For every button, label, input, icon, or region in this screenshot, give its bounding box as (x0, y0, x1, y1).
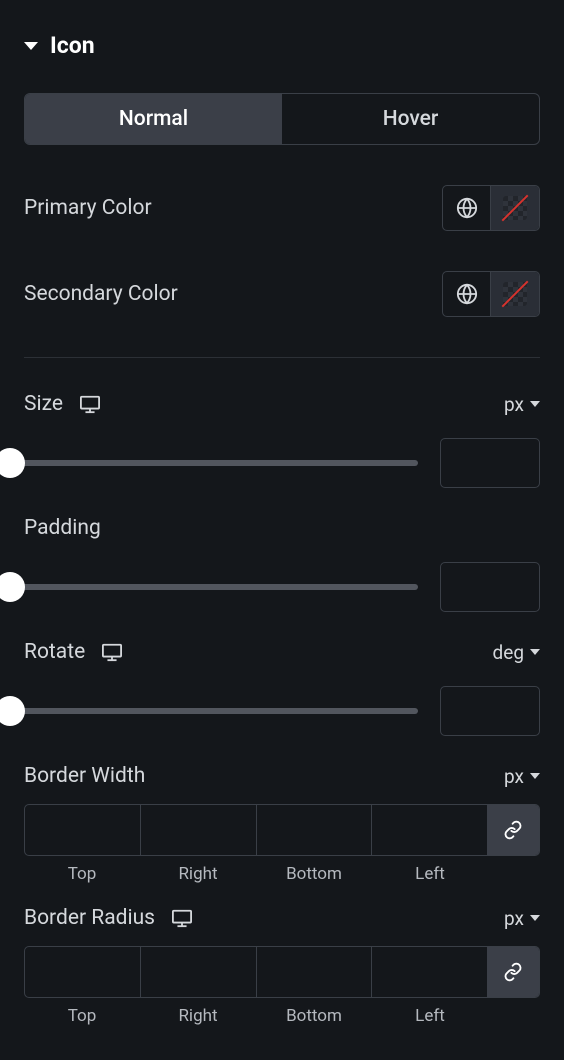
chevron-down-icon (530, 915, 540, 921)
border-radius-right-label: Right (140, 1006, 256, 1026)
border-width-right-label: Right (140, 864, 256, 884)
link-icon (503, 962, 523, 982)
size-unit-select[interactable]: px (504, 393, 540, 416)
chevron-down-icon (530, 401, 540, 407)
border-width-left-input[interactable] (372, 805, 487, 855)
border-radius-unit-select[interactable]: px (504, 907, 540, 930)
border-width-top-label: Top (24, 864, 140, 884)
secondary-color-label: Secondary Color (24, 282, 178, 306)
border-radius-top-input[interactable] (25, 947, 141, 997)
size-control: Size px (24, 392, 540, 488)
primary-color-picker (442, 185, 540, 231)
border-radius-bottom-label: Bottom (256, 1006, 372, 1026)
border-width-bottom-input[interactable] (257, 805, 373, 855)
padding-slider[interactable] (10, 584, 418, 590)
border-width-bottom-label: Bottom (256, 864, 372, 884)
secondary-color-picker (442, 271, 540, 317)
tab-normal[interactable]: Normal (25, 94, 282, 144)
slider-thumb[interactable] (0, 696, 25, 726)
rotate-unit-select[interactable]: deg (493, 641, 540, 664)
border-width-top-input[interactable] (25, 805, 141, 855)
primary-color-row: Primary Color (24, 185, 540, 231)
rotate-unit-value: deg (493, 641, 524, 664)
border-width-left-label: Left (372, 864, 488, 884)
secondary-color-global-button[interactable] (443, 272, 491, 316)
globe-icon (456, 197, 478, 219)
size-input[interactable] (440, 438, 540, 488)
padding-input[interactable] (440, 562, 540, 612)
size-label: Size (24, 392, 63, 416)
responsive-desktop-icon[interactable] (101, 642, 123, 662)
collapse-caret-icon (24, 42, 38, 50)
state-tabs: Normal Hover (24, 93, 540, 145)
chevron-down-icon (530, 649, 540, 655)
secondary-color-row: Secondary Color (24, 271, 540, 317)
divider (24, 357, 540, 358)
border-radius-label: Border Radius (24, 906, 155, 930)
padding-control: Padding (24, 516, 540, 612)
responsive-desktop-icon[interactable] (79, 394, 101, 414)
border-width-unit-select[interactable]: px (504, 765, 540, 788)
primary-color-swatch[interactable] (491, 186, 539, 230)
border-width-control: Border Width px Top Right Bottom Left (24, 764, 540, 884)
responsive-desktop-icon[interactable] (171, 908, 193, 928)
rotate-input[interactable] (440, 686, 540, 736)
section-title: Icon (50, 32, 95, 59)
border-width-right-input[interactable] (141, 805, 257, 855)
border-width-label: Border Width (24, 764, 145, 788)
border-width-link-button[interactable] (487, 805, 539, 855)
border-radius-unit-value: px (504, 907, 524, 930)
globe-icon (456, 283, 478, 305)
border-radius-right-input[interactable] (141, 947, 257, 997)
link-icon (503, 820, 523, 840)
primary-color-global-button[interactable] (443, 186, 491, 230)
secondary-color-swatch[interactable] (491, 272, 539, 316)
primary-color-label: Primary Color (24, 196, 152, 220)
size-unit-value: px (504, 393, 524, 416)
slider-thumb[interactable] (0, 572, 25, 602)
chevron-down-icon (530, 773, 540, 779)
border-width-unit-value: px (504, 765, 524, 788)
border-radius-bottom-input[interactable] (257, 947, 373, 997)
border-radius-top-label: Top (24, 1006, 140, 1026)
rotate-slider[interactable] (10, 708, 418, 714)
border-radius-link-button[interactable] (487, 947, 539, 997)
slider-thumb[interactable] (0, 448, 25, 478)
border-radius-left-input[interactable] (372, 947, 487, 997)
size-slider[interactable] (10, 460, 418, 466)
padding-label: Padding (24, 516, 101, 540)
border-radius-left-label: Left (372, 1006, 488, 1026)
section-header[interactable]: Icon (24, 24, 540, 59)
rotate-label: Rotate (24, 640, 85, 664)
rotate-control: Rotate deg (24, 640, 540, 736)
tab-hover[interactable]: Hover (282, 94, 539, 144)
icon-style-panel: Icon Normal Hover Primary Color Secondar… (0, 0, 564, 1026)
border-radius-control: Border Radius px Top Right Bottom Left (24, 906, 540, 1026)
